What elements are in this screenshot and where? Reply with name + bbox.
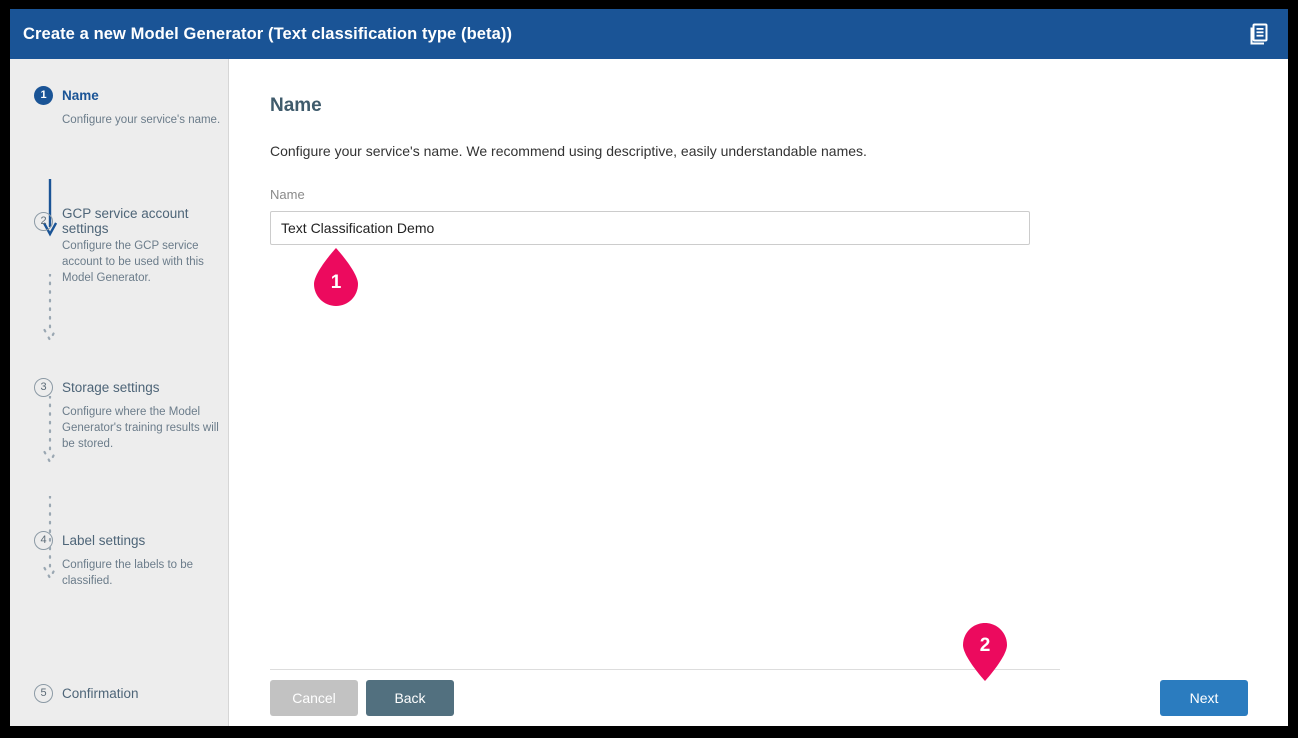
step-header: 4 Label settings xyxy=(34,529,228,551)
step-description: Configure the labels to be classified. xyxy=(62,559,194,587)
step-number-badge: 1 xyxy=(34,85,53,105)
name-input[interactable] xyxy=(270,211,1030,245)
page-title: Create a new Model Generator (Text class… xyxy=(23,24,513,43)
section-description: Configure your service's name. We recomm… xyxy=(270,143,867,159)
step-description: Configure the GCP service account to be … xyxy=(62,240,204,284)
step-label: Confirmation xyxy=(62,685,139,701)
step-connector-dotted-arrow-icon xyxy=(43,396,57,472)
step-label: Storage settings xyxy=(62,379,160,395)
cancel-button[interactable]: Cancel xyxy=(270,680,358,716)
step-header: 1 Name xyxy=(34,84,228,106)
step-label: GCP service account settings xyxy=(62,206,189,236)
footer-bar: Cancel Back Next xyxy=(230,670,1288,726)
step-number-badge: 2 xyxy=(34,211,53,231)
sidebar-step-confirmation[interactable]: 5 Confirmation xyxy=(10,682,228,704)
step-number-badge: 3 xyxy=(34,377,53,397)
step-number-badge: 5 xyxy=(34,683,53,703)
application-window: Create a new Model Generator (Text class… xyxy=(10,9,1288,726)
wizard-sidebar: 1 Name Configure your service's name. 2 … xyxy=(10,59,229,726)
annotation-marker-1: 1 xyxy=(310,246,362,308)
annotation-marker-1-number: 1 xyxy=(330,272,342,293)
step-header: 5 Confirmation xyxy=(34,682,228,704)
name-field-label: Name xyxy=(270,187,305,202)
step-description: Configure your service's name. xyxy=(62,114,221,126)
step-connector-dotted-arrow-icon xyxy=(43,274,57,350)
copy-documents-icon[interactable] xyxy=(1244,19,1274,49)
sidebar-step-name[interactable]: 1 Name Configure your service's name. xyxy=(10,84,228,128)
step-connector-dotted-arrow-icon xyxy=(43,496,57,588)
annotation-marker-2: 2 xyxy=(959,621,1011,683)
annotation-marker-2-number: 2 xyxy=(979,635,991,656)
step-header: 2 GCP service account settings xyxy=(34,206,228,236)
back-button[interactable]: Back xyxy=(366,680,454,716)
section-title: Name xyxy=(270,95,322,116)
step-label: Name xyxy=(62,87,99,103)
step-description: Configure where the Model Generator's tr… xyxy=(62,406,219,450)
step-header: 3 Storage settings xyxy=(34,376,228,398)
main-panel: Name Configure your service's name. We r… xyxy=(230,59,1288,726)
next-button[interactable]: Next xyxy=(1160,680,1248,716)
app-header: Create a new Model Generator (Text class… xyxy=(10,9,1288,59)
content-area: Name Configure your service's name. We r… xyxy=(270,95,1060,245)
step-label: Label settings xyxy=(62,532,146,548)
